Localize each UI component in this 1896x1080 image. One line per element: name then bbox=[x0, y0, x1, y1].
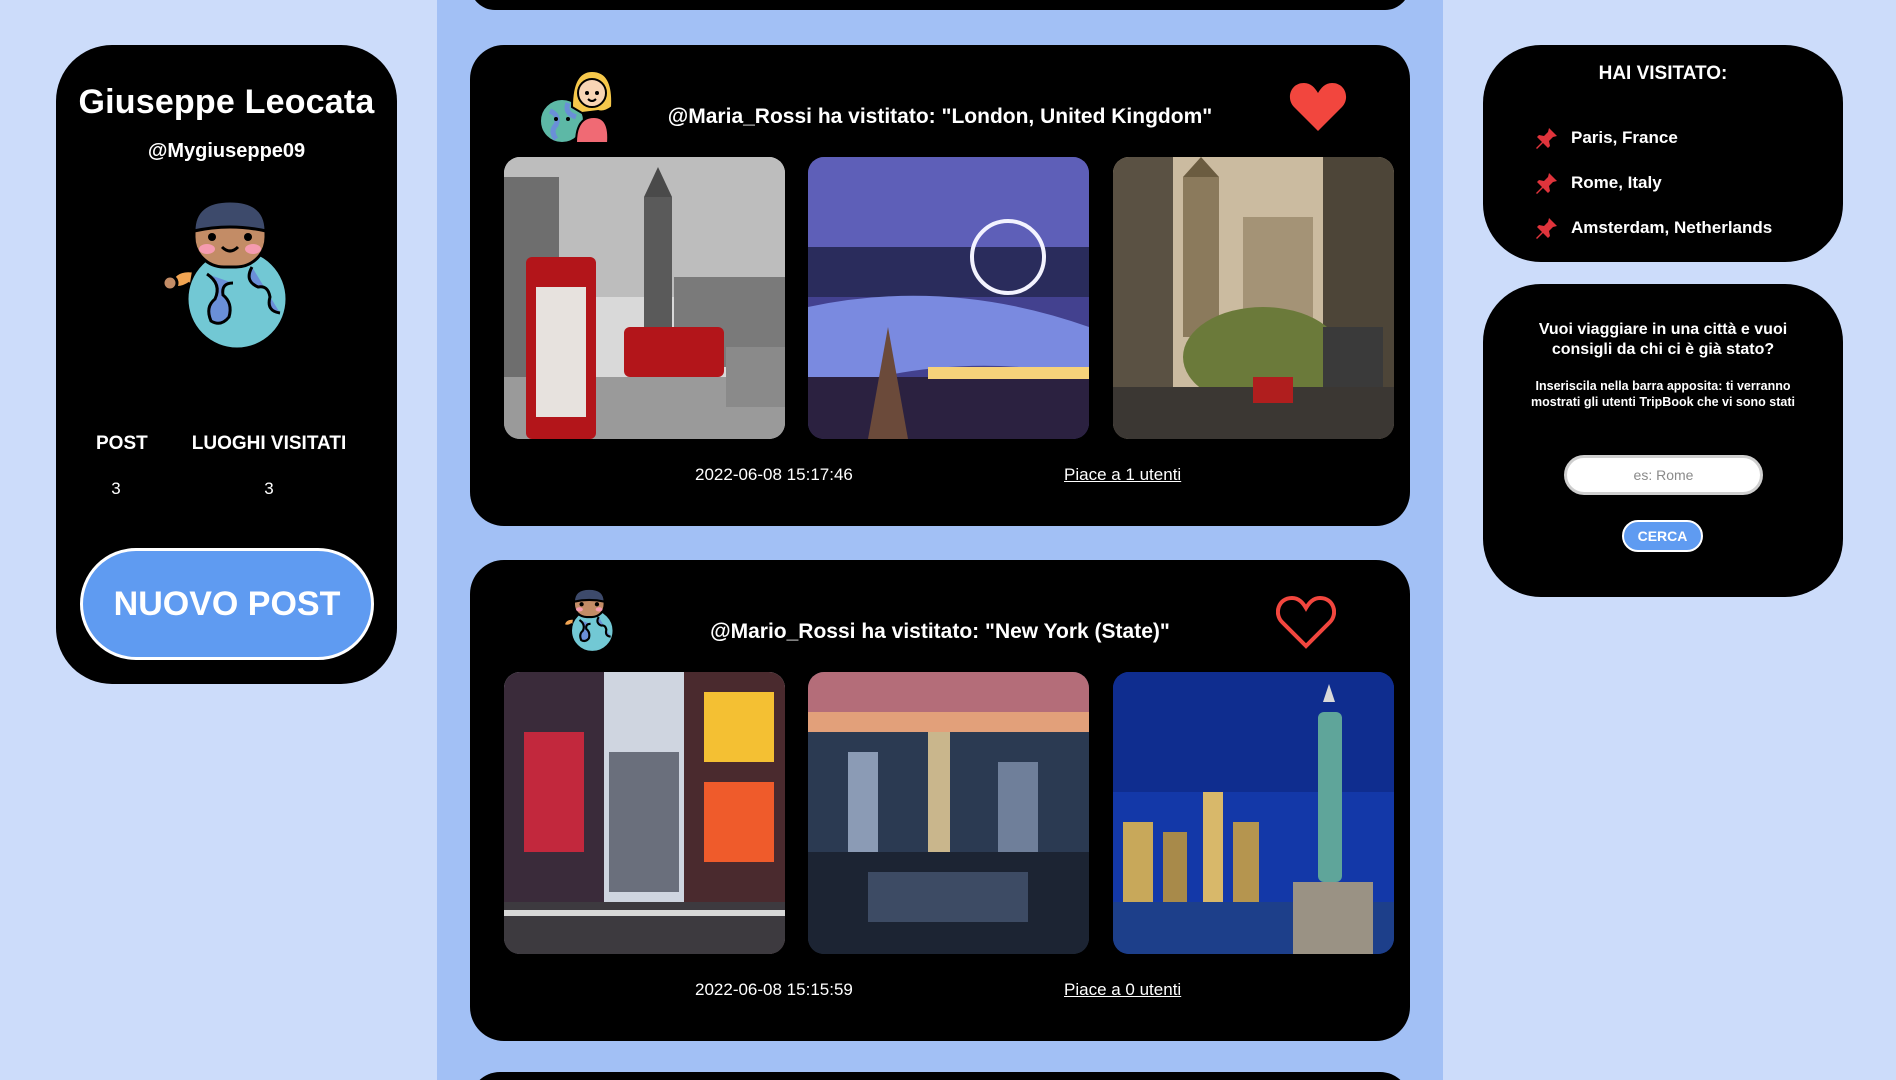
post-photos bbox=[504, 672, 1394, 954]
profile-handle: @Mygiuseppe09 bbox=[147, 140, 306, 162]
stat-value: 3 bbox=[111, 479, 121, 498]
post-photo[interactable] bbox=[808, 672, 1089, 954]
post-likes-link[interactable]: Piace a 1 utenti bbox=[1064, 465, 1181, 485]
profile-card: Giuseppe Leocata @Mygiuseppe09 POST 3 LU… bbox=[56, 45, 397, 684]
post-title: @Mario_Rossi ha vistitato: "New York (St… bbox=[710, 620, 1170, 643]
search-button[interactable]: CERCA bbox=[1622, 520, 1703, 552]
post-photo[interactable] bbox=[504, 157, 785, 439]
post-photo[interactable] bbox=[808, 157, 1089, 439]
post-date: 2022-06-08 15:15:59 bbox=[695, 980, 853, 999]
post-photo[interactable] bbox=[1113, 157, 1394, 439]
post-date: 2022-06-08 15:17:46 bbox=[695, 465, 853, 484]
boy-globe-avatar-icon bbox=[161, 199, 288, 351]
visited-item: Amsterdam, Netherlands bbox=[1535, 205, 1772, 250]
search-hint: Inseriscila nella barra apposita: ti ver… bbox=[1531, 379, 1795, 409]
visited-title: HAI VISITATO: bbox=[1598, 63, 1728, 84]
stat-value: 3 bbox=[264, 479, 274, 498]
pushpin-icon bbox=[1536, 127, 1557, 149]
post-card: @Mario_Rossi ha vistitato: "New York (St… bbox=[470, 560, 1410, 1041]
visited-list: Paris, France Rome, Italy Amsterdam, Net… bbox=[1535, 115, 1772, 250]
visited-item-label: Paris, France bbox=[1571, 127, 1678, 147]
post-photo[interactable] bbox=[504, 672, 785, 954]
stat-label: POST bbox=[96, 433, 148, 454]
city-search-card: Vuoi viaggiare in una città e vuoi consi… bbox=[1483, 284, 1843, 597]
post-photos bbox=[504, 157, 1394, 439]
post-photo[interactable] bbox=[1113, 672, 1394, 954]
visited-item-label: Rome, Italy bbox=[1571, 172, 1662, 192]
stat-post: POST 3 bbox=[96, 433, 148, 499]
profile-name: Giuseppe Leocata bbox=[78, 83, 375, 121]
stat-label: LUOGHI VISITATI bbox=[191, 433, 347, 454]
post-title: @Maria_Rossi ha vistitato: "London, Unit… bbox=[667, 105, 1213, 128]
stat-luoghi: LUOGHI VISITATI 3 bbox=[186, 433, 352, 499]
search-question: Vuoi viaggiare in una città e vuoi consi… bbox=[1538, 321, 1788, 358]
visited-places-card: HAI VISITATO: Paris, France Rome, Italy … bbox=[1483, 45, 1843, 262]
pushpin-icon bbox=[1536, 217, 1557, 239]
post-card: @Maria_Rossi ha vistitato: "London, Unit… bbox=[470, 45, 1410, 526]
pushpin-icon bbox=[1536, 172, 1557, 194]
visited-item: Rome, Italy bbox=[1535, 160, 1772, 205]
visited-item: Paris, France bbox=[1535, 115, 1772, 160]
visited-item-label: Amsterdam, Netherlands bbox=[1571, 217, 1773, 237]
post-card-partial-bottom bbox=[470, 1072, 1410, 1080]
post-likes-link[interactable]: Piace a 0 utenti bbox=[1064, 980, 1181, 1000]
heart-outline-icon[interactable] bbox=[1276, 594, 1336, 650]
city-search-input[interactable] bbox=[1564, 455, 1763, 495]
post-card-partial-top bbox=[470, 0, 1410, 10]
new-post-button[interactable]: NUOVO POST bbox=[80, 548, 374, 660]
heart-filled-icon[interactable] bbox=[1288, 79, 1348, 135]
